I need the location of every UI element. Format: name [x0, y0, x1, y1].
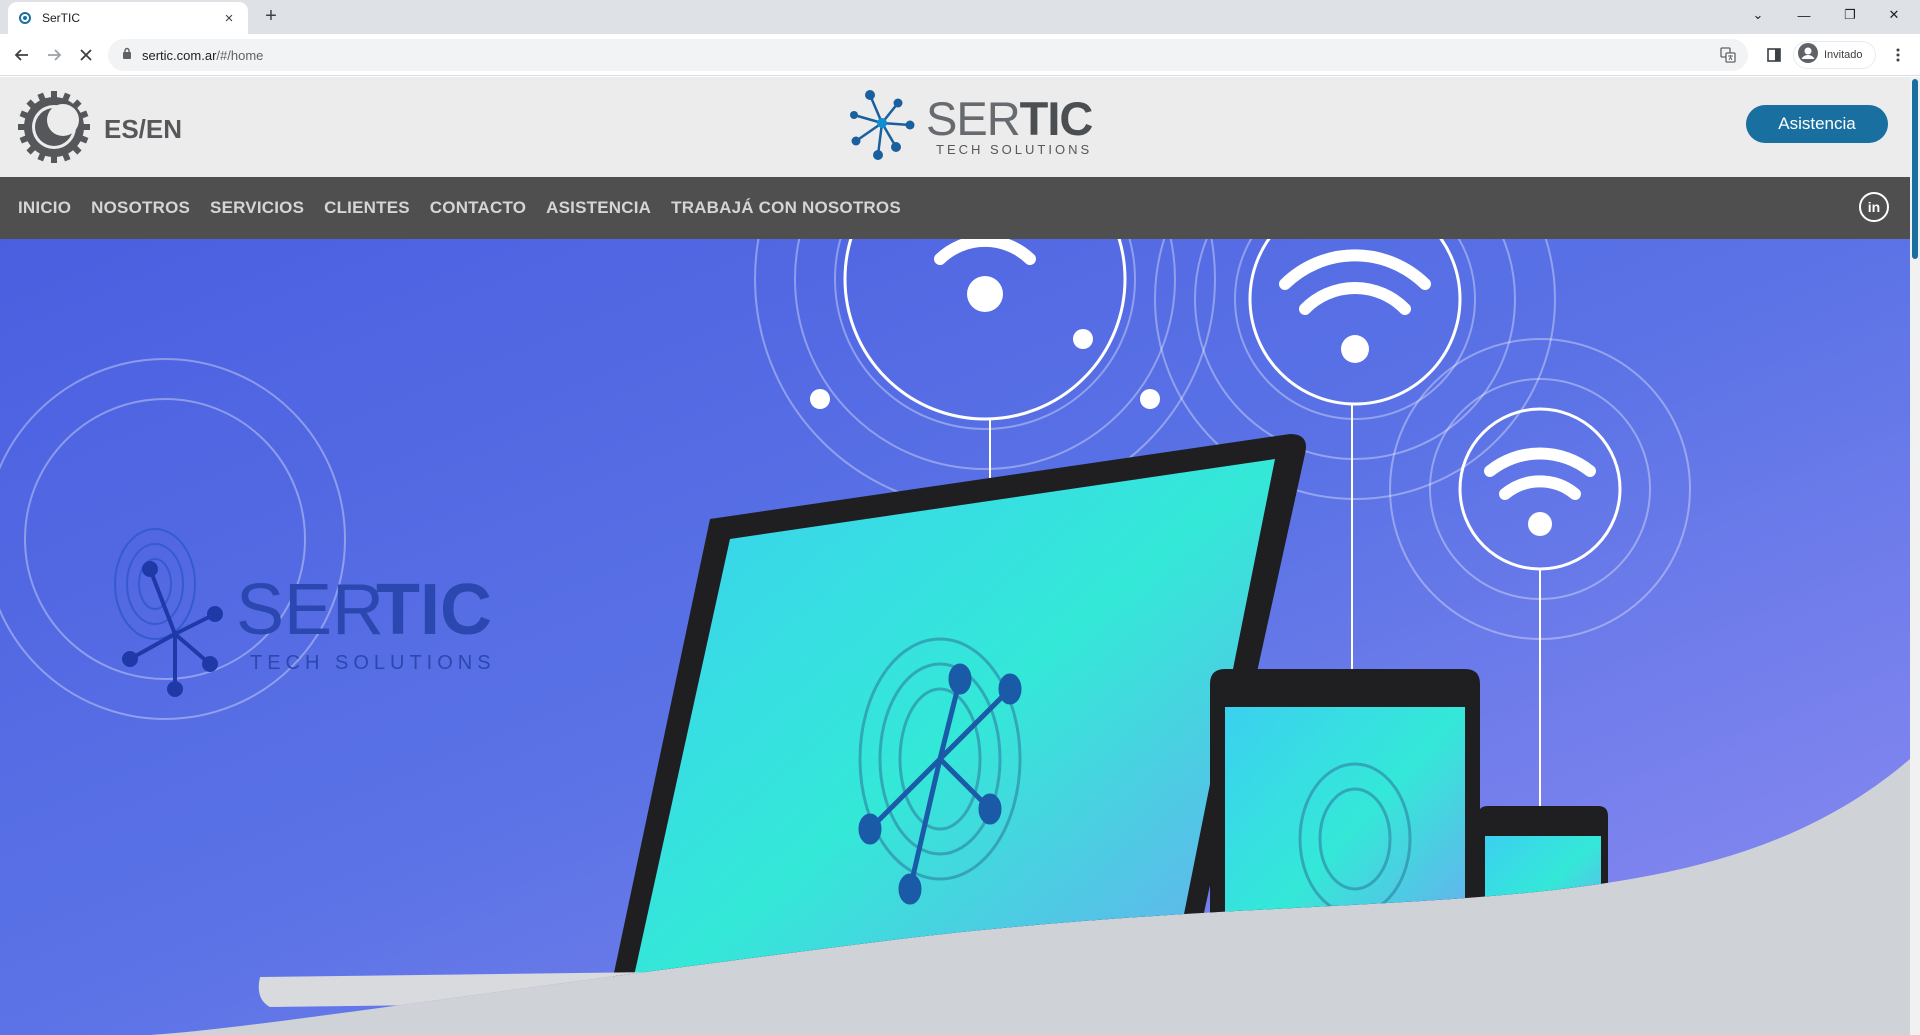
- dark-mode-toggle-icon[interactable]: [18, 91, 90, 163]
- linkedin-icon[interactable]: in: [1859, 192, 1889, 222]
- side-panel-icon[interactable]: [1762, 43, 1786, 67]
- browser-tab[interactable]: SerTIC ×: [8, 2, 248, 34]
- page-viewport: ES/EN SERTIC TECH SOLUTIONS Asistencia I…: [0, 77, 1920, 1035]
- restore-icon[interactable]: ❐: [1828, 0, 1872, 30]
- stop-loading-icon[interactable]: [74, 43, 98, 67]
- back-icon[interactable]: [10, 43, 34, 67]
- window-close-icon[interactable]: ✕: [1872, 0, 1916, 30]
- hero-logo-ser: SER: [236, 570, 384, 650]
- asistencia-button[interactable]: Asistencia: [1746, 105, 1888, 143]
- hero-illustration: SER TIC TECH SOLUTIONS: [0, 239, 1910, 1035]
- browser-toolbar: sertic.com.ar/#/home Invitado: [0, 34, 1920, 76]
- hero-logo-tic: TIC: [376, 570, 492, 650]
- profile-avatar-icon: [1798, 42, 1818, 68]
- brand-ser: SER: [926, 91, 1021, 145]
- tab-close-icon[interactable]: ×: [220, 10, 238, 27]
- nav-item-clientes[interactable]: CLIENTES: [324, 198, 410, 218]
- brand-name: SERTIC: [926, 95, 1093, 142]
- hero-logo-tagline: TECH SOLUTIONS: [250, 652, 496, 674]
- forward-icon[interactable]: [42, 43, 66, 67]
- main-navbar: INICIO NOSOTROS SERVICIOS CLIENTES CONTA…: [0, 177, 1910, 239]
- minimize-icon[interactable]: —: [1782, 0, 1826, 30]
- lock-icon: [122, 46, 132, 64]
- brand-tic: TIC: [1019, 91, 1094, 145]
- nav-item-servicios[interactable]: SERVICIOS: [210, 198, 304, 218]
- sertic-favicon-icon: [18, 11, 32, 25]
- tab-search-icon[interactable]: ⌄: [1736, 0, 1780, 30]
- sertic-logo[interactable]: SERTIC TECH SOLUTIONS: [848, 85, 1093, 168]
- language-toggle[interactable]: ES/EN: [104, 114, 182, 145]
- page-scrollbar-thumb[interactable]: [1912, 79, 1918, 259]
- site-header: ES/EN SERTIC TECH SOLUTIONS Asistencia: [0, 77, 1910, 177]
- nav-item-nosotros[interactable]: NOSOTROS: [91, 198, 190, 218]
- nav-item-asistencia[interactable]: ASISTENCIA: [546, 198, 651, 218]
- browser-menu-icon[interactable]: [1886, 43, 1910, 67]
- nav-item-trabaja[interactable]: TRABAJÁ CON NOSOTROS: [671, 198, 901, 218]
- translate-icon[interactable]: [1720, 47, 1736, 68]
- url-host: sertic.com.ar: [142, 47, 217, 63]
- brand-tagline: TECH SOLUTIONS: [936, 141, 1093, 157]
- address-bar[interactable]: sertic.com.ar/#/home: [108, 39, 1748, 71]
- url-text: sertic.com.ar/#/home: [142, 48, 263, 63]
- profile-label: Invitado: [1824, 49, 1863, 61]
- new-tab-button[interactable]: +: [260, 6, 282, 28]
- browser-tabstrip: SerTIC × + ⌄ — ❐ ✕: [0, 0, 1920, 34]
- tab-title: SerTIC: [42, 11, 81, 25]
- network-node-icon: [848, 85, 918, 168]
- nav-item-inicio[interactable]: INICIO: [18, 198, 71, 218]
- hero-banner: SER TIC TECH SOLUTIONS: [0, 239, 1910, 1035]
- brand-wordmark: SERTIC TECH SOLUTIONS: [926, 95, 1093, 157]
- url-path: /#/home: [216, 47, 264, 63]
- nav-item-contacto[interactable]: CONTACTO: [430, 198, 526, 218]
- profile-button[interactable]: Invitado: [1793, 41, 1876, 69]
- nav-menu: INICIO NOSOTROS SERVICIOS CLIENTES CONTA…: [0, 177, 1910, 239]
